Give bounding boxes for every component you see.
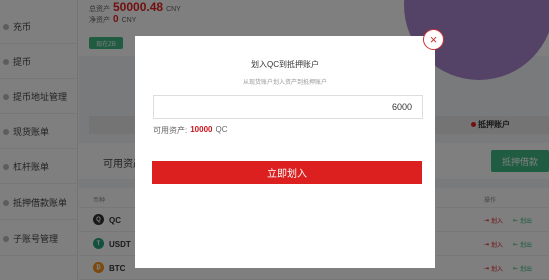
available-value: 10000 xyxy=(190,125,213,134)
confirm-transfer-button[interactable]: 立即划入 xyxy=(152,161,422,184)
modal-subtitle: 从现货账户划入资产到抵押账户 xyxy=(242,80,327,86)
available-label: 可用资产: xyxy=(153,126,188,135)
modal-title: 划入QC到抵押账户 xyxy=(251,60,319,69)
amount-input[interactable] xyxy=(153,95,423,119)
available-unit: QC xyxy=(215,125,228,134)
close-icon[interactable]: × xyxy=(423,29,444,50)
available-balance: 可用资产: 10000 QC xyxy=(153,125,227,136)
transfer-modal: 划入QC到抵押账户 从现货账户划入资产到抵押账户 可用资产: 10000 QC … xyxy=(135,36,435,268)
close-glyph: × xyxy=(429,32,438,47)
